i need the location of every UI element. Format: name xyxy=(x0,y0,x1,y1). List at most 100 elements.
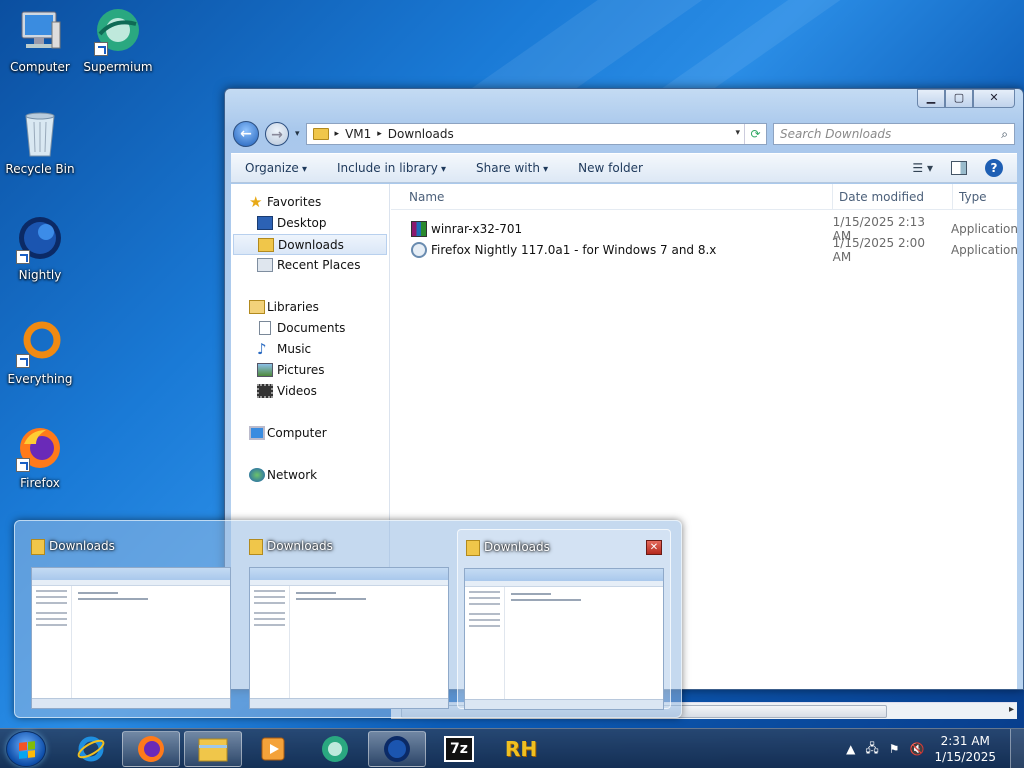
nav-downloads[interactable]: Downloads xyxy=(233,234,387,255)
thumbnail-close-button[interactable]: ✕ xyxy=(646,540,662,555)
nav-label: Libraries xyxy=(267,300,319,314)
start-button[interactable] xyxy=(6,731,46,767)
breadcrumb-downloads[interactable]: Downloads xyxy=(388,127,454,141)
nav-libraries[interactable]: Libraries xyxy=(231,297,389,318)
forward-button[interactable]: → xyxy=(265,122,289,146)
taskbar-nightly[interactable] xyxy=(368,731,426,767)
nav-label: Music xyxy=(277,342,312,356)
new-folder-button[interactable]: New folder xyxy=(578,161,643,175)
taskbar-thumbnail-preview: Downloads Downloads Downloads ✕ xyxy=(14,520,682,718)
thumbnail-image xyxy=(31,567,231,709)
supermium-icon xyxy=(94,8,142,56)
nav-favorites[interactable]: ★ Favorites xyxy=(231,192,389,213)
preview-pane-icon[interactable] xyxy=(951,161,967,175)
thumbnail-card-active[interactable]: Downloads ✕ xyxy=(457,529,671,710)
clock[interactable]: 2:31 AM 1/15/2025 xyxy=(934,733,996,765)
folder-icon xyxy=(312,128,329,140)
desktop-icon-supermium[interactable]: Supermium xyxy=(78,8,158,74)
thumbnail-title: Downloads xyxy=(49,539,115,553)
column-header-name[interactable]: Name xyxy=(391,184,833,209)
chevron-right-icon[interactable]: ▸ xyxy=(335,129,340,139)
nav-label: Favorites xyxy=(267,195,322,209)
thumbnail-image xyxy=(464,568,664,710)
nav-desktop[interactable]: Desktop xyxy=(231,213,389,234)
show-hidden-icons-icon[interactable]: ▲ xyxy=(846,742,855,756)
organize-button[interactable]: Organize xyxy=(245,161,307,175)
nav-music[interactable]: ♪ Music xyxy=(231,339,389,360)
nav-videos[interactable]: Videos xyxy=(231,381,389,402)
scroll-right-icon[interactable]: ▸ xyxy=(1009,704,1014,715)
address-row: ← → ▾ ▸ VM1 ▸ Downloads ▾ ⟳ Search Downl… xyxy=(233,121,1015,147)
nightly-icon xyxy=(16,216,64,264)
firefox-icon xyxy=(138,736,164,762)
search-input[interactable]: Search Downloads ⌕ xyxy=(773,123,1015,145)
minimize-button[interactable]: ▁ xyxy=(917,89,945,108)
desktop-icon-recycle-bin[interactable]: Recycle Bin xyxy=(0,110,80,176)
change-view-icon[interactable]: ☰ ▾ xyxy=(912,161,933,175)
star-icon: ★ xyxy=(249,193,263,211)
folder-icon xyxy=(198,738,228,762)
close-button[interactable]: ✕ xyxy=(973,89,1015,108)
taskbar-resource-hacker[interactable]: RH xyxy=(492,731,550,767)
desktop-icon-label: Computer xyxy=(10,60,70,74)
nav-pictures[interactable]: Pictures xyxy=(231,360,389,381)
network-icon xyxy=(249,468,265,482)
taskbar-internet-explorer[interactable] xyxy=(62,731,120,767)
nav-recent-places[interactable]: Recent Places xyxy=(231,255,389,276)
file-row[interactable]: Firefox Nightly 117.0a1 - for Windows 7 … xyxy=(391,236,1017,264)
folder-icon xyxy=(31,539,45,555)
breadcrumb-vm1[interactable]: VM1 xyxy=(345,127,371,141)
nav-network[interactable]: Network xyxy=(231,465,389,486)
windows-logo-icon xyxy=(19,741,35,759)
search-placeholder: Search Downloads xyxy=(780,127,892,141)
taskbar-firefox[interactable] xyxy=(122,731,180,767)
address-bar[interactable]: ▸ VM1 ▸ Downloads ▾ ⟳ xyxy=(305,123,767,145)
address-dropdown-icon[interactable]: ▾ xyxy=(735,128,740,138)
thumbnail-card[interactable]: Downloads xyxy=(15,529,231,709)
nav-label: Downloads xyxy=(278,238,344,252)
nav-label: Recent Places xyxy=(277,258,361,272)
maximize-button[interactable]: ▢ xyxy=(945,89,973,108)
internet-explorer-icon xyxy=(77,736,105,762)
supermium-icon xyxy=(322,736,348,762)
column-headers: Name Date modified Type xyxy=(391,184,1017,210)
search-icon: ⌕ xyxy=(1001,126,1008,141)
thumbnail-title: Downloads xyxy=(484,540,550,554)
desktop-icon-everything[interactable]: Everything xyxy=(0,320,80,386)
thumbnail-card[interactable]: Downloads xyxy=(233,529,449,709)
thumbnail-title: Downloads xyxy=(267,539,333,553)
desktop-icon-computer[interactable]: Computer xyxy=(0,8,80,74)
desktop-icon-firefox[interactable]: Firefox xyxy=(0,424,80,490)
share-with-button[interactable]: Share with xyxy=(476,161,548,175)
taskbar-7zip[interactable]: 7z xyxy=(430,731,488,767)
column-header-date[interactable]: Date modified xyxy=(833,184,953,209)
desktop-icon-label: Supermium xyxy=(83,60,153,74)
desktop-icon-label: Everything xyxy=(7,372,73,386)
chevron-right-icon[interactable]: ▸ xyxy=(377,129,382,139)
help-icon[interactable]: ? xyxy=(985,159,1003,177)
nav-label: Documents xyxy=(277,321,346,335)
back-button[interactable]: ← xyxy=(233,121,259,147)
folder-icon xyxy=(249,539,263,555)
resource-hacker-icon: RH xyxy=(504,737,538,761)
nav-label: Computer xyxy=(267,426,327,440)
action-center-flag-icon[interactable]: ⚑ xyxy=(889,742,900,756)
file-name: winrar-x32-701 xyxy=(431,221,523,236)
nav-documents[interactable]: Documents xyxy=(231,318,389,339)
nav-computer[interactable]: Computer xyxy=(231,423,389,444)
taskbar: 7z RH ▲ 🖧 ⚑ 🔇 2:31 AM 1/15/2025 xyxy=(0,728,1024,768)
everything-icon xyxy=(16,320,64,368)
taskbar-supermium[interactable] xyxy=(306,731,364,767)
show-desktop-button[interactable] xyxy=(1010,729,1024,768)
desktop-icon-nightly[interactable]: Nightly xyxy=(0,216,80,282)
folder-icon xyxy=(466,540,480,556)
volume-muted-icon[interactable]: 🔇 xyxy=(910,742,925,756)
taskbar-windows-explorer[interactable] xyxy=(184,731,242,767)
include-in-library-button[interactable]: Include in library xyxy=(337,161,446,175)
column-header-type[interactable]: Type xyxy=(953,184,1017,209)
refresh-icon[interactable]: ⟳ xyxy=(744,124,766,144)
network-icon[interactable]: 🖧 xyxy=(865,739,878,760)
system-tray: ▲ 🖧 ⚑ 🔇 2:31 AM 1/15/2025 xyxy=(846,729,1024,768)
taskbar-media-player[interactable] xyxy=(244,731,302,767)
recent-pages-dropdown[interactable]: ▾ xyxy=(295,129,300,139)
